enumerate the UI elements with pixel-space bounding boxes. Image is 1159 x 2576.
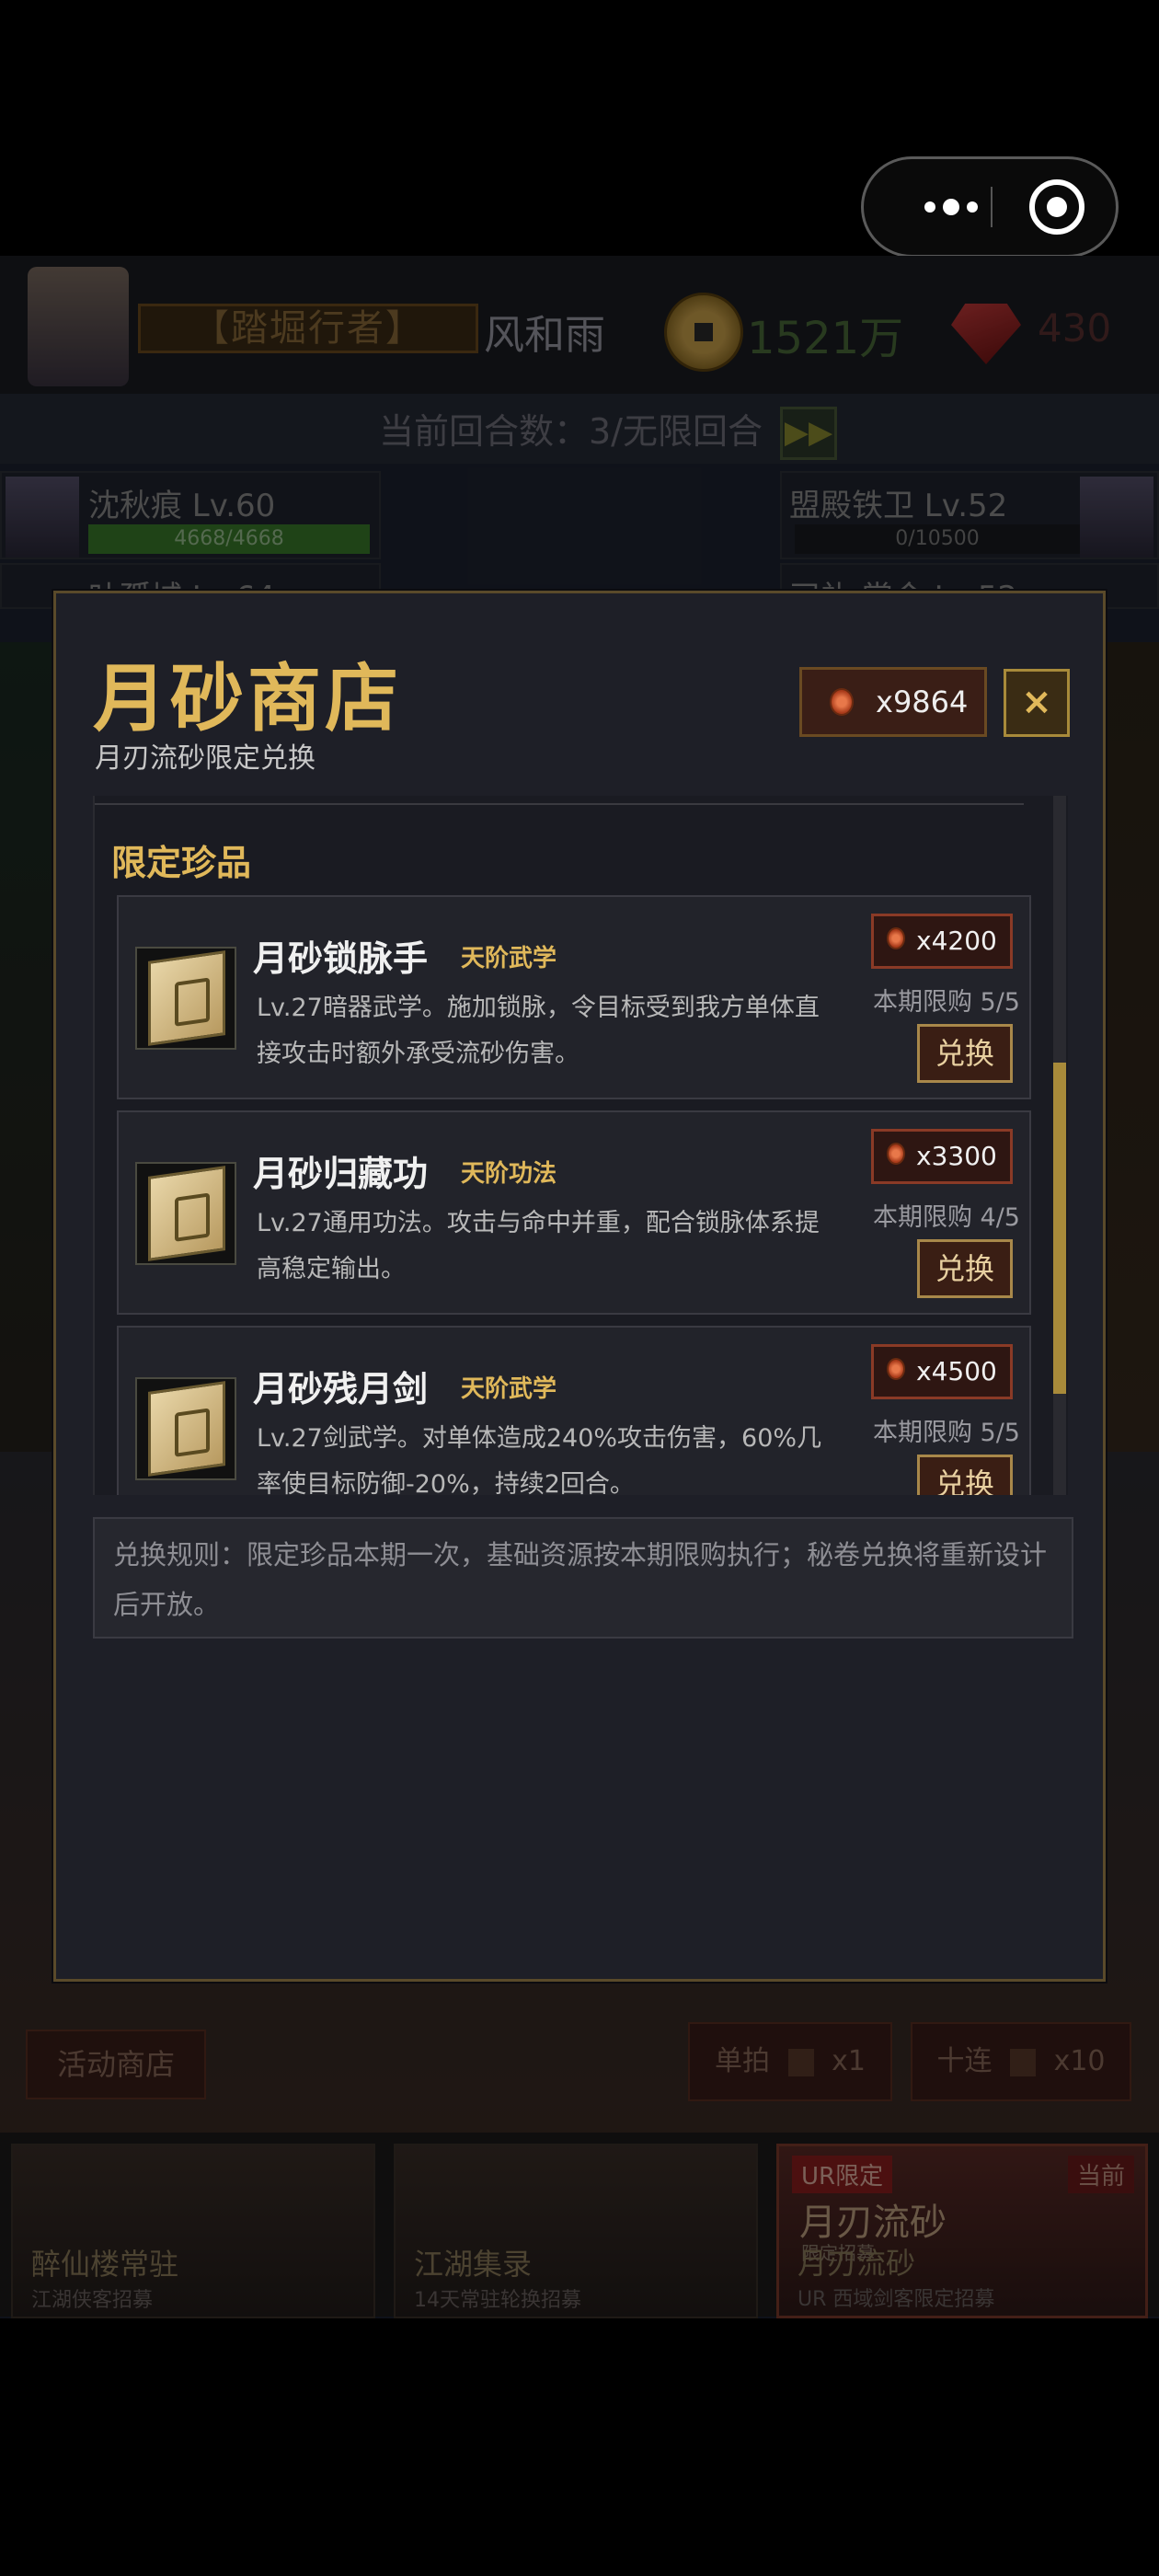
item-price: x4200 [871,914,1013,969]
purchase-limit: 本期限购 5/5 [872,1419,1020,1447]
item-tag: 天阶武学 [461,945,557,972]
moon-sand-coin-icon [887,1358,905,1380]
item-icon-frame [135,947,236,1050]
item-price: x3300 [871,1129,1013,1184]
item-desc: Lv.27通用功法。攻击与命中并重，配合锁脉体系提高稳定输出。 [257,1209,820,1283]
moon-sand-coin-icon [887,927,905,949]
shop-item: 月砂归藏功 天阶功法 Lv.27通用功法。攻击与命中并重，配合锁脉体系提高稳定输… [117,1110,1031,1315]
currency-amount: x9864 [876,684,969,719]
close-target-icon[interactable] [1029,179,1084,235]
moon-sand-coin-icon [830,688,854,716]
item-tag: 天阶功法 [461,1160,557,1188]
more-icon[interactable] [901,159,1002,255]
item-icon-frame [135,1162,236,1265]
capsule-divider [991,187,993,227]
shop-item: 月砂锁脉手 天阶武学 Lv.27暗器武学。施加锁脉，令目标受到我方单体直接攻击时… [117,895,1031,1099]
section-label: 限定珍品 [111,843,252,883]
item-desc: Lv.27暗器武学。施加锁脉，令目标受到我方单体直接攻击时额外承受流砂伤害。 [257,994,820,1068]
item-price: x4500 [871,1344,1013,1399]
exchange-button[interactable]: 兑换 [917,1455,1013,1495]
exchange-rules: 兑换规则：限定珍品本期一次，基础资源按本期限购执行；秘卷兑换将重新设计后开放。 [93,1517,1073,1639]
technique-book-icon [148,1166,225,1261]
modal-title: 月砂商店 [93,655,402,742]
exchange-button[interactable]: 兑换 [917,1239,1013,1298]
item-name: 月砂残月剑 [253,1369,429,1409]
moon-sand-currency: x9864 [799,667,987,737]
item-desc: Lv.27剑武学。对单体造成240%攻击伤害，60%几率使目标防御-20%，持续… [257,1424,822,1495]
price-value: x4200 [916,926,997,956]
martial-book-icon [148,950,225,1046]
list-divider [95,796,1024,805]
item-name: 月砂归藏功 [253,1154,429,1194]
price-value: x4500 [916,1356,997,1386]
purchase-limit: 本期限购 4/5 [872,1203,1020,1232]
purchase-limit: 本期限购 5/5 [872,988,1020,1017]
sword-book-icon [148,1381,225,1477]
mini-program-capsule [861,156,1119,258]
item-list[interactable]: 限定珍品 月砂锁脉手 天阶武学 Lv.27暗器武学。施加锁脉，令目标受到我方单体… [93,796,1068,1495]
close-button[interactable]: × [1004,669,1070,737]
exchange-button[interactable]: 兑换 [917,1024,1013,1083]
price-value: x3300 [916,1141,997,1171]
moon-sand-coin-icon [887,1143,905,1165]
item-tag: 天阶武学 [461,1375,557,1403]
scrollbar-thumb[interactable] [1053,1063,1066,1394]
item-icon-frame [135,1377,236,1480]
shop-item: 月砂残月剑 天阶武学 Lv.27剑武学。对单体造成240%攻击伤害，60%几率使… [117,1326,1031,1495]
item-name: 月砂锁脉手 [253,938,429,979]
moon-sand-shop-modal: 月砂商店 月刃流砂限定兑换 x9864 × 限定珍品 月砂锁脉手 天阶武学 Lv… [53,591,1106,1982]
modal-subtitle: 月刃流砂限定兑换 [95,742,316,775]
